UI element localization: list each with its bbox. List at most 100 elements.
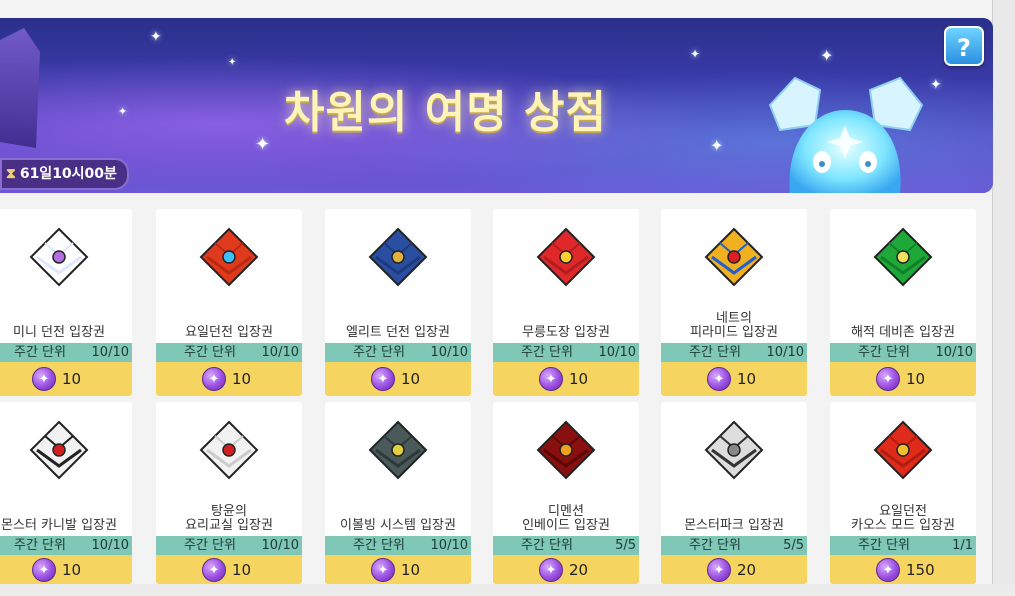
ticket-icon: [661, 225, 807, 305]
limit-label: 주간 단위: [184, 538, 236, 553]
price-button[interactable]: ✦ 10: [0, 362, 132, 396]
item-name: 몬스터파크 입장권: [661, 497, 807, 533]
item-name: 엘리트 던전 입장권: [325, 304, 471, 340]
star-decoration: ✦: [255, 134, 271, 155]
shop-item-card[interactable]: 미니 던전 입장권 주간 단위 10/10 ✦ 10: [0, 209, 132, 396]
item-name: 미니 던전 입장권: [0, 304, 132, 340]
price-button[interactable]: ✦ 10: [325, 362, 471, 396]
price-button[interactable]: ✦ 20: [661, 555, 807, 584]
price-button[interactable]: ✦ 10: [156, 362, 302, 396]
dimension-coin-icon: ✦: [876, 367, 900, 391]
ticket-icon: [156, 225, 302, 305]
limit-label: 주간 단위: [858, 345, 910, 360]
time-remaining: ⧗ 61일10시00분: [0, 158, 129, 190]
price-value: 10: [232, 370, 252, 388]
dimension-coin-icon: ✦: [539, 557, 563, 582]
item-name: 해적 데비존 입장권: [830, 304, 976, 340]
ticket-icon: [493, 418, 639, 498]
ticket-icon: [0, 418, 132, 498]
limit-count: 10/10: [430, 538, 468, 553]
price-button[interactable]: ✦ 10: [0, 555, 132, 584]
item-name: 몬스터 카니발 입장권: [0, 497, 132, 533]
shop-item-card[interactable]: 몬스터 카니발 입장권 주간 단위 10/10 ✦ 10: [0, 402, 132, 584]
price-value: 20: [737, 560, 757, 579]
ticket-icon: [0, 225, 132, 305]
price-value: 10: [906, 370, 926, 388]
limit-label: 주간 단위: [14, 538, 66, 553]
dimension-coin-icon: ✦: [371, 557, 395, 582]
shop-item-card[interactable]: 엘리트 던전 입장권주간 단위 10/10 ✦ 10: [325, 209, 471, 396]
limit-label: 주간 단위: [184, 345, 236, 360]
purchase-limit: 주간 단위 10/10: [325, 536, 471, 555]
price-value: 10: [401, 560, 421, 579]
purchase-limit: 주간 단위 10/10: [493, 343, 639, 362]
price-button[interactable]: ✦ 10: [830, 362, 976, 396]
price-value: 10: [569, 370, 589, 388]
item-name: 요일던전 입장권: [156, 304, 302, 340]
item-name-text: 네트의 피라미드 입장권: [690, 311, 778, 340]
item-name-text: 엘리트 던전 입장권: [346, 325, 450, 340]
price-value: 10: [62, 370, 82, 388]
limit-label: 주간 단위: [353, 345, 405, 360]
shop-item-card[interactable]: 요일던전 입장권주간 단위 10/10 ✦ 10: [156, 209, 302, 396]
dimension-coin-icon: ✦: [876, 557, 900, 582]
limit-count: 5/5: [783, 538, 804, 553]
purchase-limit: 주간 단위 5/5: [661, 536, 807, 555]
price-value: 20: [569, 560, 589, 579]
ticket-icon: [661, 418, 807, 498]
time-remaining-text: 61일10시00분: [19, 166, 117, 182]
limit-count: 5/5: [615, 538, 636, 553]
price-button[interactable]: ✦ 10: [661, 362, 807, 396]
limit-count: 10/10: [598, 345, 636, 360]
price-value: 10: [62, 560, 82, 579]
limit-label: 주간 단위: [858, 538, 910, 553]
price-button[interactable]: ✦ 10: [493, 362, 639, 396]
item-name-text: 요일던전 입장권: [185, 325, 273, 340]
help-button[interactable]: ?: [944, 26, 984, 66]
item-name-text: 디멘션 인베이드 입장권: [522, 504, 610, 533]
purchase-limit: 주간 단위 10/10: [325, 343, 471, 362]
limit-count: 10/10: [935, 345, 973, 360]
star-decoration: ✦: [690, 47, 701, 61]
shop-item-card[interactable]: 이볼빙 시스템 입장권 주간 단위 10/10 ✦ 10: [325, 402, 471, 584]
dimension-coin-icon: ✦: [32, 557, 56, 582]
shop-item-card[interactable]: 네트의 피라미드 입장권주간 단위 10/10 ✦ 10: [661, 209, 807, 396]
shop-item-card[interactable]: 무릉도장 입장권주간 단위 10/10 ✦ 10: [493, 209, 639, 396]
star-decoration: ✦: [118, 105, 128, 118]
dimension-coin-icon: ✦: [707, 367, 731, 391]
item-name-text: 몬스터파크 입장권: [684, 518, 784, 533]
crystal-decoration: [0, 28, 40, 148]
shop-item-card[interactable]: 요일던전 카오스 모드 입장권주간 단위 1/1 ✦ 150: [830, 402, 976, 584]
dimension-coin-icon: ✦: [539, 367, 563, 391]
purchase-limit: 주간 단위 10/10: [156, 343, 302, 362]
limit-count: 10/10: [261, 345, 299, 360]
shop-item-card[interactable]: 몬스터파크 입장권주간 단위 5/5 ✦ 20: [661, 402, 807, 584]
item-name-text: 무릉도장 입장권: [522, 325, 610, 340]
purchase-limit: 주간 단위 1/1: [830, 536, 976, 555]
limit-label: 주간 단위: [689, 345, 741, 360]
limit-count: 10/10: [766, 345, 804, 360]
price-button[interactable]: ✦ 20: [493, 555, 639, 584]
window-right-edge: [992, 0, 1015, 596]
ticket-icon: [156, 418, 302, 498]
item-name: 요일던전 카오스 모드 입장권: [830, 497, 976, 533]
shop-item-card[interactable]: 해적 데비존 입장권주간 단위 10/10 ✦ 10: [830, 209, 976, 396]
shop-item-card[interactable]: 탕윤의 요리교실 입장권 주간 단위 10/10 ✦ 10: [156, 402, 302, 584]
price-button[interactable]: ✦ 10: [156, 555, 302, 584]
ticket-icon: [325, 225, 471, 305]
shop-item-card[interactable]: 디멘션 인베이드 입장권 주간 단위 5/5 ✦ 20: [493, 402, 639, 584]
item-name: 네트의 피라미드 입장권: [661, 304, 807, 340]
ticket-icon: [830, 418, 976, 498]
price-value: 10: [401, 370, 421, 388]
window-bottom-edge: [0, 584, 1015, 596]
ticket-icon: [493, 225, 639, 305]
star-decoration: ✦: [820, 46, 834, 65]
price-button[interactable]: ✦ 150: [830, 555, 976, 584]
mascot-illustration: [768, 76, 924, 193]
ticket-icon: [325, 418, 471, 498]
item-name-text: 몬스터 카니발 입장권: [1, 518, 117, 533]
purchase-limit: 주간 단위 10/10: [156, 536, 302, 555]
price-button[interactable]: ✦ 10: [325, 555, 471, 584]
item-name: 무릉도장 입장권: [493, 304, 639, 340]
limit-label: 주간 단위: [689, 538, 741, 553]
